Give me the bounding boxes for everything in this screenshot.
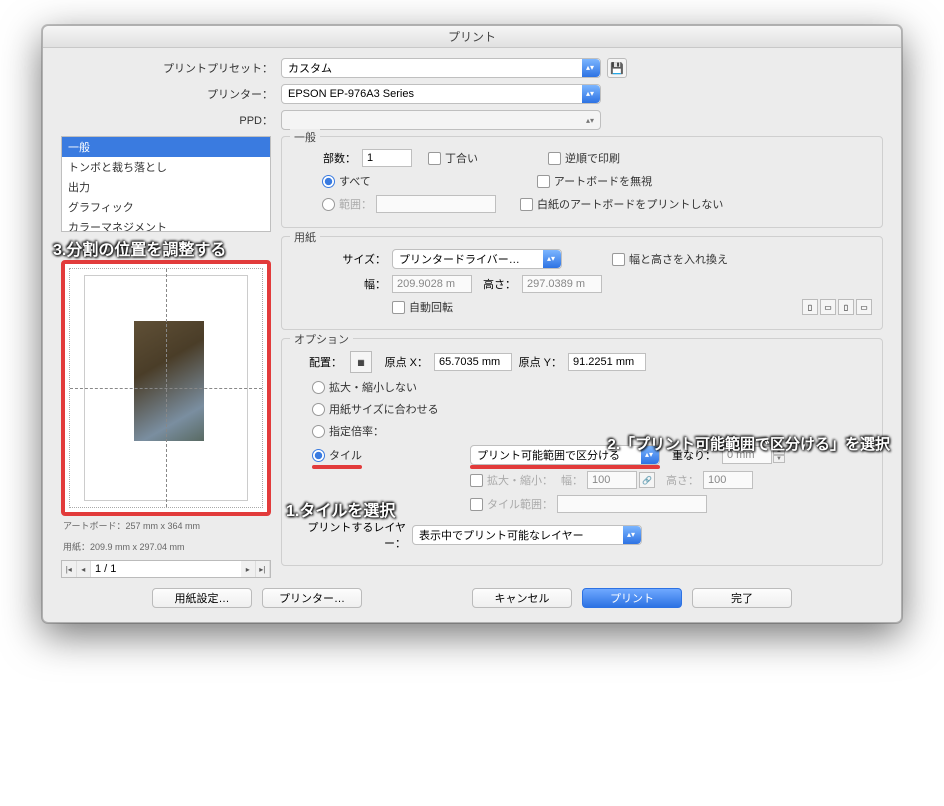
pager-prev[interactable]: ◂ [77, 561, 92, 577]
skip-blank-checkbox[interactable] [520, 198, 533, 211]
layers-label: プリントするレイヤー： [292, 519, 412, 551]
list-item-general[interactable]: 一般 [62, 137, 270, 157]
swap-wh-checkbox[interactable] [612, 253, 625, 266]
noscale-radio[interactable] [312, 381, 325, 394]
annotation-3: 3.分割の位置を調整する [53, 236, 226, 260]
general-title: 一般 [290, 129, 320, 145]
copies-input[interactable] [362, 149, 412, 167]
ignore-artboard-checkbox[interactable] [537, 175, 550, 188]
collate-checkbox[interactable] [428, 152, 441, 165]
print-dialog: プリント プリントプリセット： カスタム▴▾ 💾 プリンター： EPSON EP… [42, 25, 902, 623]
list-item-colormgmt[interactable]: カラーマネジメント [62, 217, 270, 232]
floppy-icon: 💾 [610, 62, 624, 75]
range-input [376, 195, 496, 213]
origin-x-input[interactable] [434, 353, 512, 371]
media-title: 用紙 [290, 229, 320, 245]
ppd-label: PPD： [61, 112, 281, 128]
overlap-down[interactable]: ▼ [773, 455, 785, 463]
list-item-marks[interactable]: トンボと裁ち落とし [62, 157, 270, 177]
done-button[interactable]: 完了 [692, 588, 792, 608]
scale-h-input [703, 471, 753, 489]
printer-label: プリンター： [61, 86, 281, 102]
placement-label: 配置： [292, 354, 348, 370]
height-label: 高さ： [472, 276, 522, 292]
tile-range-checkbox[interactable] [470, 498, 483, 511]
scale-h-label: 高さ： [655, 472, 703, 488]
printer-setup-button[interactable]: プリンター… [262, 588, 362, 608]
orientation-landscape2-icon[interactable]: ▭ [856, 299, 872, 315]
lock-icon[interactable]: 🔗 [639, 472, 655, 488]
origin-y-label: 原点 Y： [512, 354, 568, 370]
range-all-radio[interactable] [322, 175, 335, 188]
category-listbox[interactable]: 一般 トンボと裁ち落とし 出力 グラフィック カラーマネジメント [61, 136, 271, 232]
ppd-select[interactable]: ▴▾ [281, 110, 601, 130]
overlap-label: 重なり： [666, 447, 722, 463]
tile-range-input [557, 495, 707, 513]
window-title: プリント [43, 26, 901, 48]
width-label: 幅： [292, 276, 392, 292]
customscale-radio[interactable] [312, 425, 325, 438]
overlap-up[interactable]: ▲ [773, 447, 785, 455]
media-fieldset: 用紙 サイズ： プリンタードライバー…▴▾ 幅と高さを入れ換え 幅： 高さ： [281, 236, 883, 330]
copies-label: 部数： [292, 150, 362, 166]
origin-y-input[interactable] [568, 353, 646, 371]
height-input [522, 275, 602, 293]
printer-select[interactable]: EPSON EP-976A3 Series▴▾ [281, 84, 601, 104]
tile-radio[interactable] [312, 449, 325, 462]
layers-select[interactable]: 表示中でプリント可能なレイヤー▴▾ [412, 525, 642, 545]
pager-first[interactable]: |◂ [62, 561, 77, 577]
pager-last[interactable]: ▸| [256, 561, 271, 577]
scale-w-input [587, 471, 637, 489]
overlap-input[interactable] [722, 446, 772, 464]
width-input [392, 275, 472, 293]
orientation-portrait2-icon[interactable]: ▯ [838, 299, 854, 315]
list-item-graphics[interactable]: グラフィック [62, 197, 270, 217]
preset-label: プリントプリセット： [61, 60, 281, 76]
reverse-checkbox[interactable] [548, 152, 561, 165]
list-item-output[interactable]: 出力 [62, 177, 270, 197]
orientation-landscape-icon[interactable]: ▭ [820, 299, 836, 315]
scale-w-label: 幅： [553, 472, 587, 488]
fit-radio[interactable] [312, 403, 325, 416]
tile-mode-select[interactable]: プリント可能範囲で区分ける▴▾ [470, 445, 660, 465]
media-setup-button[interactable]: 用紙設定… [152, 588, 252, 608]
options-title: オプション [290, 331, 353, 347]
size-select[interactable]: プリンタードライバー…▴▾ [392, 249, 562, 269]
orientation-portrait-icon[interactable]: ▯ [802, 299, 818, 315]
scale-checkbox[interactable] [470, 474, 483, 487]
print-preview[interactable] [69, 268, 263, 508]
print-button[interactable]: プリント [582, 588, 682, 608]
preview-paper-line: 用紙：209.9 mm x 297.04 mm [61, 537, 271, 558]
general-fieldset: 一般 部数： 丁合い 逆順で印刷 すべて アートボードを無視 範囲： [281, 136, 883, 228]
preview-frame [61, 260, 271, 516]
pager-next[interactable]: ▸ [241, 561, 256, 577]
preset-select[interactable]: カスタム▴▾ [281, 58, 601, 78]
save-preset-button[interactable]: 💾 [607, 58, 627, 78]
range-radio[interactable] [322, 198, 335, 211]
size-label: サイズ： [292, 251, 392, 267]
preview-pager: |◂ ◂ ▸ ▸| [61, 560, 271, 578]
preview-artboard-line: アートボード：257 mm x 364 mm [61, 516, 271, 537]
origin-x-label: 原点 X： [378, 354, 434, 370]
options-fieldset: オプション 配置： ▦ 原点 X： 原点 Y： 拡大・縮小しない 用紙サイズに合… [281, 338, 883, 566]
cancel-button[interactable]: キャンセル [472, 588, 572, 608]
pager-input[interactable] [91, 561, 241, 577]
auto-rotate-checkbox[interactable] [392, 301, 405, 314]
placement-grid-icon[interactable]: ▦ [350, 351, 372, 373]
